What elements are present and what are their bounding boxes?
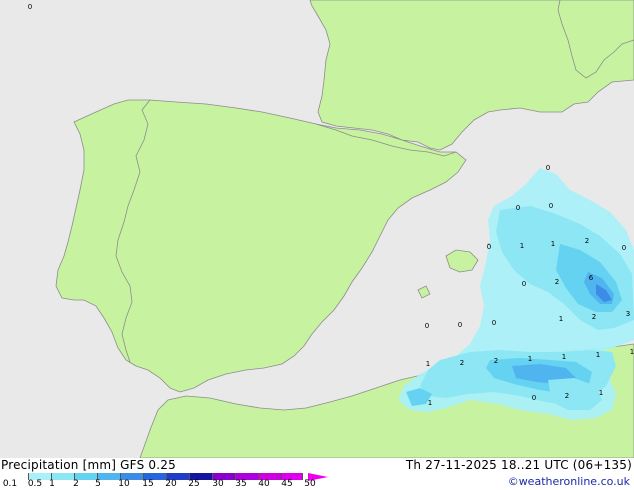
precip-value-label: 1 — [562, 353, 566, 361]
precip-value-label: 1 — [551, 240, 555, 248]
precip-value-label: 3 — [626, 310, 630, 318]
colorbar-tick-label: 2 — [73, 479, 79, 489]
colorbar-tick-label: 30 — [212, 479, 224, 489]
colorbar-ticks: 0.1 0.5 1 2 5 10 15 20 25 30 35 40 45 50 — [0, 479, 330, 490]
precip-value-label: 2 — [585, 237, 589, 245]
colorbar-tick-label: 45 — [281, 479, 293, 489]
credit-link[interactable]: ©weatheronline.co.uk — [508, 475, 630, 488]
precip-value-label: 1 — [426, 360, 430, 368]
precip-value-label: 1 — [630, 348, 634, 356]
precip-value-label: 2 — [460, 359, 464, 367]
precip-value-label: 2 — [555, 278, 559, 286]
precip-value-label: 6 — [589, 274, 594, 282]
precip-value-label: 0 — [28, 3, 32, 11]
map-canvas: 0 0 0 0 1 1 2 0 0 2 6 0 1 2 3 0 0 0 1 2 2 1 1 1 1 0 2 1 1 — [0, 0, 634, 459]
forecast-time: Th 27-11-2025 18..21 UTC (06+135) — [405, 458, 632, 472]
precip-value-label: 1 — [599, 389, 603, 397]
precip-value-label: 0 — [492, 319, 496, 327]
precip-value-label: 1 — [559, 315, 563, 323]
colorbar-tick-label: 25 — [188, 479, 200, 489]
precip-value-label: 2 — [565, 392, 569, 400]
precip-value-label: 0 — [549, 202, 553, 210]
precipitation-map: 0 0 0 0 1 1 2 0 0 2 6 0 1 2 3 0 0 0 1 2 2 1 1 1 1 0 2 1 1 — [0, 0, 634, 459]
precip-value-label: 2 — [592, 313, 596, 321]
colorbar-tick-label: 20 — [165, 479, 177, 489]
precip-value-label: 0 — [532, 394, 536, 402]
precip-value-label: 2 — [494, 357, 498, 365]
colorbar-tick-label: 0.5 — [27, 479, 43, 489]
legend-footer: Precipitation [mm] GFS 0.25 Th 27-11-202… — [0, 458, 634, 490]
precip-value-label: 0 — [425, 322, 429, 330]
precip-value-label: 1 — [528, 355, 532, 363]
colorbar-tick-label: 40 — [258, 479, 270, 489]
colorbar-tick-label: 5 — [95, 479, 101, 489]
colorbar-tick-label: 35 — [235, 479, 247, 489]
colorbar-tick-label: 1 — [49, 479, 55, 489]
precip-value-label: 0 — [487, 243, 491, 251]
colorbar-tick-label: 15 — [142, 479, 154, 489]
precip-value-label: 1 — [596, 351, 600, 359]
precip-value-label: 0 — [516, 204, 520, 212]
precip-value-label: 0 — [546, 164, 550, 172]
colorbar-tick-label: 0.1 — [2, 479, 18, 489]
chart-title: Precipitation [mm] GFS 0.25 — [1, 458, 176, 472]
precip-value-label: 0 — [458, 321, 462, 329]
colorbar-tick-label: 50 — [304, 479, 316, 489]
colorbar-tick-label: 10 — [118, 479, 130, 489]
precip-value-label: 1 — [520, 242, 524, 250]
precip-value-label: 0 — [522, 280, 526, 288]
precip-value-label: 1 — [428, 399, 432, 407]
precip-value-label: 0 — [622, 244, 626, 252]
